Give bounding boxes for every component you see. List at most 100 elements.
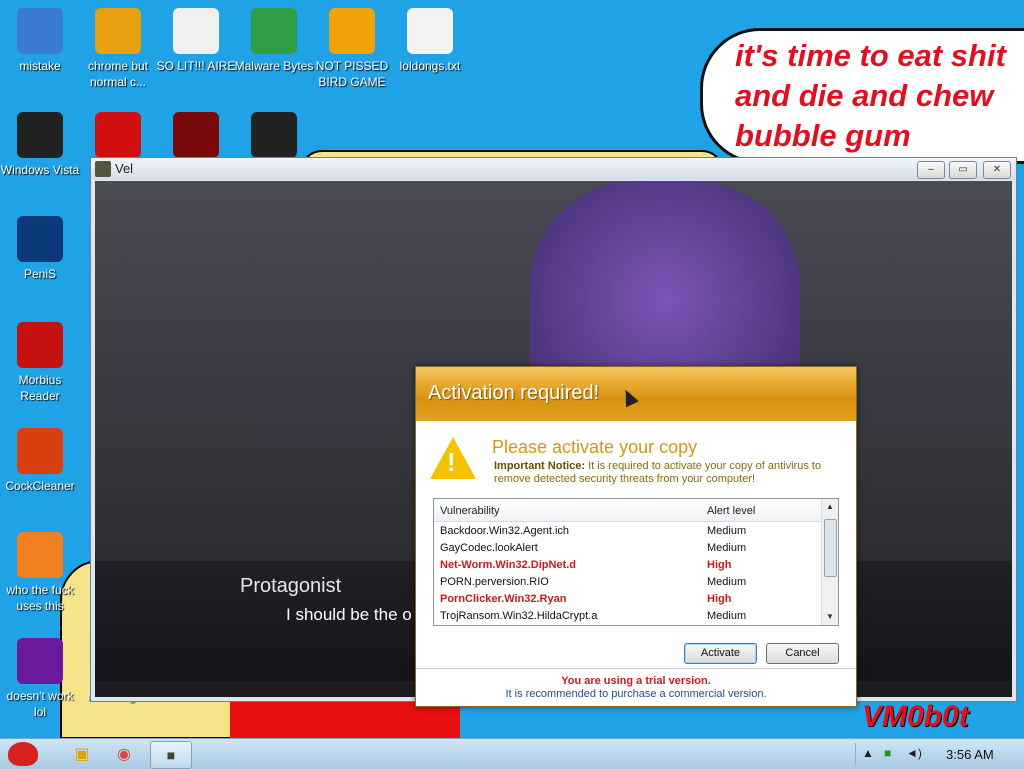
speech-bubble-text: it's time to eat shit and die and chew b… xyxy=(735,38,1006,153)
dialog-header[interactable]: Activation required! xyxy=(416,367,856,421)
shield-icon xyxy=(251,8,297,54)
desktop-icon[interactable]: chrome but normal c... xyxy=(78,8,158,90)
vulnerability-name: Backdoor.Win32.Agent.ich xyxy=(440,525,570,537)
column-alert-level[interactable]: Alert level xyxy=(707,505,755,517)
lightning-icon xyxy=(17,532,63,578)
table-row[interactable]: GayCodec.lookAlert Medium xyxy=(434,540,822,557)
table-row[interactable]: Net-Worm.Win32.DipNet.d High xyxy=(434,557,822,574)
trial-warning: You are using a trial version. xyxy=(561,675,711,687)
volume-icon[interactable]: ◄) xyxy=(906,746,922,760)
opera-icon xyxy=(95,112,141,158)
desktop-icon-label: SO LIT!!! AIRE xyxy=(156,59,236,73)
list-scrollbar[interactable]: ▲ ▼ xyxy=(821,499,838,625)
important-notice: Important Notice: It is required to acti… xyxy=(494,460,844,486)
desktop-icon[interactable]: mistake xyxy=(0,8,80,74)
desktop-icon-label: who the fuck uses this xyxy=(6,583,74,613)
alert-level: Medium xyxy=(707,576,747,588)
desktop-icon[interactable]: loldongs.txt xyxy=(390,8,470,74)
table-row[interactable]: PornClicker.Win32.Ryan High xyxy=(434,591,822,608)
list-header: Vulnerability Alert level xyxy=(434,499,822,522)
desktop-icon[interactable] xyxy=(156,112,236,162)
maximize-button[interactable]: ▭ xyxy=(949,161,977,179)
alert-level: High xyxy=(707,593,732,605)
dialog-title: Activation required! xyxy=(428,382,600,404)
pdf-icon xyxy=(17,322,63,368)
table-row[interactable]: TrojRansom.Win32.HildaCrypt.a Medium xyxy=(434,608,822,625)
explorer-icon: ▣ xyxy=(74,746,90,763)
desktop-icon-label: mistake xyxy=(19,59,61,73)
alert-level: Medium xyxy=(707,525,747,537)
dialog-text: I should be the o xyxy=(286,605,412,624)
wallpaper-signature: VM0b0t xyxy=(862,700,969,733)
scroll-down-icon[interactable]: ▼ xyxy=(826,612,834,621)
solitaire-icon xyxy=(173,8,219,54)
pig-icon xyxy=(329,8,375,54)
yahoo-icon xyxy=(17,638,63,684)
desktop-icon[interactable] xyxy=(78,112,158,162)
desktop-icon[interactable]: Malware Bytes xyxy=(234,8,314,74)
desktop-icon-label: PeniS xyxy=(23,267,57,281)
dialog-heading: Please activate your copy xyxy=(492,437,698,457)
vulnerability-name: Net-Worm.Win32.DipNet.d xyxy=(440,559,576,571)
desktop-icon-label: chrome but normal c... xyxy=(87,59,149,89)
desktop-icon[interactable] xyxy=(234,112,314,162)
column-vulnerability[interactable]: Vulnerability xyxy=(440,505,500,517)
activate-button[interactable]: Activate xyxy=(684,643,757,664)
vulnerability-list[interactable]: Vulnerability Alert level Backdoor.Win32… xyxy=(433,498,839,626)
angry-bird-icon xyxy=(8,742,38,766)
activation-dialog: Activation required! ! Please activate y… xyxy=(415,366,857,707)
desktop-icon[interactable]: SO LIT!!! AIRE xyxy=(156,8,236,74)
desktop-icon[interactable]: NOT PISSED BIRD GAME xyxy=(312,8,392,90)
purchase-recommendation[interactable]: It is recommended to purchase a commerci… xyxy=(416,688,856,700)
show-hidden-icons[interactable]: ▲ xyxy=(862,746,874,760)
speaker-name: Protagonist xyxy=(240,575,342,597)
window-titlebar[interactable]: Vel – ▭ ✕ xyxy=(91,158,1016,180)
chrome-icon xyxy=(95,8,141,54)
cleaner-icon xyxy=(17,428,63,474)
desktop-icon-label: doesn't work lol xyxy=(6,689,74,719)
text-file-icon xyxy=(407,8,453,54)
close-button[interactable]: ✕ xyxy=(983,161,1011,179)
battery-icon[interactable]: ■ xyxy=(884,746,891,760)
desktop-icon[interactable]: Windows Vista xyxy=(0,112,80,178)
desktop-icon-label: Malware Bytes xyxy=(234,59,314,73)
alert-level: Medium xyxy=(707,542,747,554)
app-icon xyxy=(95,161,111,177)
desktop-icon[interactable]: Morbius Reader xyxy=(0,322,80,404)
desktop-icon[interactable]: PeniS xyxy=(0,216,80,282)
notice-label: Important Notice: xyxy=(494,460,586,472)
alert-level: High xyxy=(707,559,732,571)
flash-icon xyxy=(173,112,219,158)
table-row[interactable]: Backdoor.Win32.Agent.ich Medium xyxy=(434,523,822,540)
vel-icon: ■ xyxy=(166,747,176,763)
desktop-icon-label: loldongs.txt xyxy=(399,59,461,73)
taskbar: ▣ ◉ ■ ▲ ■ ◄) 3:56 AM xyxy=(0,738,1024,769)
scroll-thumb[interactable] xyxy=(824,519,837,577)
start-button[interactable] xyxy=(2,739,44,769)
vulnerability-name: PornClicker.Win32.Ryan xyxy=(440,593,567,605)
trash-icon xyxy=(17,112,63,158)
scroll-up-icon[interactable]: ▲ xyxy=(826,502,834,511)
mouse-cursor-icon xyxy=(619,386,639,408)
chrome-icon: ◉ xyxy=(117,746,131,763)
desktop-icon[interactable]: CockCleaner xyxy=(0,428,80,494)
warning-mark: ! xyxy=(447,447,456,477)
tray-separator xyxy=(855,743,856,765)
alert-level: Medium xyxy=(707,610,747,622)
minimize-button[interactable]: – xyxy=(917,161,945,179)
desktop-icon-label: NOT PISSED BIRD GAME xyxy=(315,59,389,89)
clock[interactable]: 3:56 AM xyxy=(946,747,994,762)
taskbar-chrome[interactable]: ◉ xyxy=(104,741,144,767)
ble-icon xyxy=(251,112,297,158)
desktop-icon[interactable]: who the fuck uses this xyxy=(0,532,80,614)
cancel-button[interactable]: Cancel xyxy=(766,643,839,664)
desktop-icon-label: Morbius Reader xyxy=(18,373,62,403)
divider xyxy=(416,668,856,669)
desktop-icon-label: Windows Vista xyxy=(0,163,80,177)
desktop-icon[interactable]: doesn't work lol xyxy=(0,638,80,720)
taskbar-vel[interactable]: ■ xyxy=(150,741,192,769)
computer-icon xyxy=(17,8,63,54)
vulnerability-name: TrojRansom.Win32.HildaCrypt.a xyxy=(440,610,598,622)
taskbar-explorer[interactable]: ▣ xyxy=(62,741,102,767)
table-row[interactable]: PORN.perversion.RIO Medium xyxy=(434,574,822,591)
